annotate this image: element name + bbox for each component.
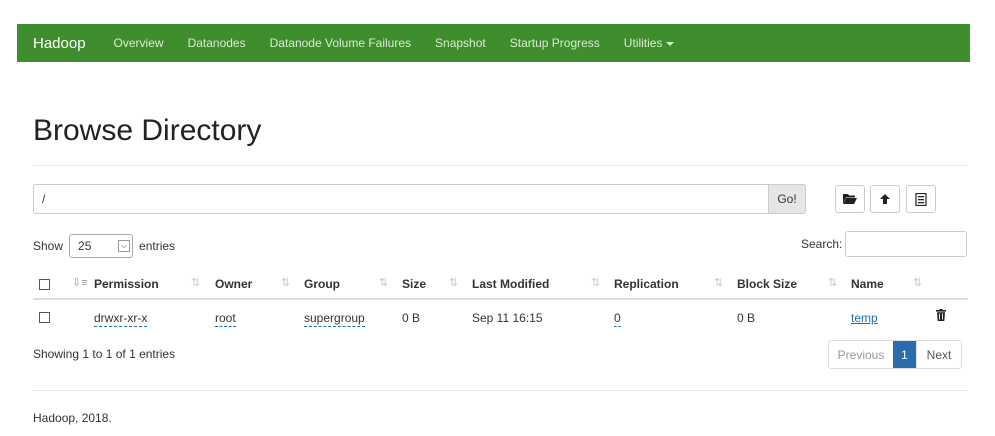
show-label: Show (33, 239, 64, 253)
header-group[interactable]: Group (304, 277, 340, 291)
cut-paste-button[interactable] (906, 185, 936, 213)
top-navbar: Hadoop Overview Datanodes Datanode Volum… (17, 24, 970, 62)
nav-datanodes[interactable]: Datanodes (176, 36, 258, 50)
header-name[interactable]: Name (851, 277, 884, 291)
path-bar: Go! (33, 184, 806, 214)
footer-divider (33, 390, 968, 391)
nav-utilities-label: Utilities (623, 36, 663, 50)
entries-per-page-value: 25 (78, 239, 92, 253)
chevron-down-icon: ⌵ (118, 240, 131, 252)
previous-page-button[interactable]: Previous (829, 341, 893, 368)
block-size-cell: 0 B (737, 311, 756, 325)
caret-down-icon (666, 41, 675, 46)
nav-overview[interactable]: Overview (102, 36, 176, 50)
upload-icon (880, 194, 890, 204)
table-info: Showing 1 to 1 of 1 entries (33, 347, 176, 361)
next-page-button[interactable]: Next (916, 341, 961, 368)
permission-cell[interactable]: drwxr-xr-x (94, 311, 148, 327)
table-search: Search: (801, 231, 968, 257)
search-input[interactable] (845, 231, 968, 257)
trash-icon[interactable] (936, 309, 946, 321)
list-icon (915, 192, 927, 206)
entries-per-page-select[interactable]: 25 ⌵ (69, 234, 134, 258)
search-label: Search: (801, 237, 843, 251)
nav-snapshot[interactable]: Snapshot (423, 36, 498, 50)
table-length-control: Show 25 ⌵ entries (33, 234, 175, 258)
sort-icon[interactable]: ⇅ (281, 276, 290, 289)
nav-utilities-dropdown[interactable]: Utilities (612, 36, 687, 50)
sort-icon[interactable]: ⇅ (828, 276, 837, 289)
row-select-checkbox[interactable] (39, 312, 50, 323)
owner-cell[interactable]: root (215, 311, 236, 327)
header-replication[interactable]: Replication (614, 277, 679, 291)
header-last-modified[interactable]: Last Modified (472, 277, 549, 291)
upload-button[interactable] (870, 185, 900, 213)
sort-icon[interactable]: ⇅ (191, 276, 200, 289)
select-all-checkbox[interactable] (39, 279, 50, 290)
table-header-divider (33, 298, 968, 300)
page-1-button[interactable]: 1 (893, 341, 916, 368)
pagination: Previous 1 Next (828, 340, 962, 369)
entries-label: entries (139, 239, 176, 253)
sort-icon[interactable]: ⇅ (591, 276, 600, 289)
header-block-size[interactable]: Block Size (737, 277, 797, 291)
replication-cell[interactable]: 0 (614, 311, 621, 327)
sort-icon[interactable]: ⇅ (449, 276, 458, 289)
folder-icon (843, 194, 857, 204)
nav-datanode-volume-failures[interactable]: Datanode Volume Failures (258, 36, 423, 50)
size-cell: 0 B (402, 311, 421, 325)
go-button[interactable]: Go! (769, 184, 806, 214)
header-owner[interactable]: Owner (215, 277, 252, 291)
directory-path-input[interactable] (33, 184, 769, 214)
sort-icon[interactable]: ⇅ (714, 276, 723, 289)
group-cell[interactable]: supergroup (304, 311, 365, 327)
brand-link[interactable]: Hadoop (17, 35, 102, 52)
title-divider (33, 165, 968, 166)
sort-icon[interactable]: ⇅ (913, 276, 922, 289)
header-size[interactable]: Size (402, 277, 426, 291)
create-directory-button[interactable] (835, 185, 865, 213)
footer-text: Hadoop, 2018. (33, 411, 112, 425)
name-link[interactable]: temp (851, 311, 878, 325)
header-permission[interactable]: Permission (94, 277, 159, 291)
page-title: Browse Directory (33, 114, 262, 147)
last-modified-cell: Sep 11 16:15 (472, 311, 543, 325)
sort-icon[interactable]: ⇅ (379, 276, 388, 289)
sort-active-icon[interactable]: ⇩≡ (72, 276, 88, 289)
nav-startup-progress[interactable]: Startup Progress (498, 36, 612, 50)
